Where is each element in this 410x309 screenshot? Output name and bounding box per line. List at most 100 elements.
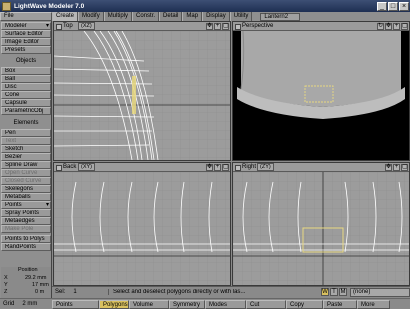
- spray-points-button[interactable]: Spray Points: [1, 209, 51, 217]
- tab-utility[interactable]: Utility: [229, 12, 253, 21]
- points-menu[interactable]: Points: [1, 201, 51, 209]
- viewport-back[interactable]: Back (XY) ✥ + ▢: [53, 162, 231, 286]
- grid-label: Grid: [3, 301, 15, 307]
- make-pole-button[interactable]: Make Pole: [1, 225, 51, 233]
- selection-count: Sel: 1: [52, 289, 108, 295]
- randpoints-button[interactable]: RandPoints: [1, 243, 51, 251]
- capsule-button[interactable]: Capsule: [1, 99, 51, 107]
- position-y-label: Y: [4, 282, 8, 288]
- box-button[interactable]: Box: [1, 67, 51, 75]
- bottom-bar: Grid 2 mm Points Polygons Volume Symmetr…: [0, 298, 410, 309]
- grid-value: 2 mm: [22, 301, 38, 307]
- points-to-polys-button[interactable]: Points to Polys: [1, 235, 51, 243]
- tab-construct[interactable]: Constr.: [132, 12, 160, 21]
- objects-header: Objects: [15, 58, 37, 64]
- position-y-value: 17 mm: [32, 282, 49, 288]
- copy-button[interactable]: Copy: [286, 299, 323, 309]
- vertex-map-dropdown[interactable]: (none): [350, 287, 410, 297]
- more-button[interactable]: More: [357, 299, 390, 309]
- lightwave-logo-icon: [2, 1, 11, 11]
- volume-mode-button[interactable]: Volume: [129, 299, 169, 309]
- viewport-right-canvas[interactable]: [233, 172, 409, 285]
- symmetry-button[interactable]: Symmetry: [169, 299, 205, 309]
- open-curve-button[interactable]: Open Curve: [1, 169, 51, 177]
- tab-modify[interactable]: Modify: [78, 12, 104, 21]
- maximize-view-icon[interactable]: ▢: [222, 163, 229, 171]
- position-x-value: 29.2 mm: [25, 275, 47, 281]
- texture-map-button[interactable]: T: [330, 288, 338, 296]
- maximize-icon[interactable]: □: [388, 1, 398, 11]
- viewport-perspective-canvas[interactable]: [233, 31, 409, 160]
- tab-display[interactable]: Display: [202, 12, 230, 21]
- move-view-icon[interactable]: ✥: [206, 163, 213, 171]
- viewport-back-canvas[interactable]: [54, 172, 230, 285]
- spline-draw-button[interactable]: Spline Draw: [1, 161, 51, 169]
- morph-map-button[interactable]: M: [339, 288, 347, 296]
- modeler-menu[interactable]: Modeler: [1, 22, 51, 30]
- viewport-back-mode[interactable]: (XY): [78, 163, 95, 171]
- metaedges-button[interactable]: Metaedges: [1, 217, 51, 225]
- points-mode-button[interactable]: Points: [52, 299, 99, 309]
- bezier-button[interactable]: Bezier: [1, 153, 51, 161]
- ball-button[interactable]: Ball: [1, 75, 51, 83]
- position-z-value: 0 m: [35, 289, 45, 295]
- cut-button[interactable]: Cut: [246, 299, 286, 309]
- minimize-icon[interactable]: _: [377, 1, 387, 11]
- status-bar: Sel: 1 Select and deselect polygons dire…: [52, 286, 410, 297]
- tool-sidebar: Modeler Surface Editor Image Editor Pres…: [0, 21, 52, 300]
- zoom-view-icon[interactable]: +: [214, 163, 221, 171]
- move-view-icon[interactable]: ✥: [385, 22, 392, 30]
- status-message: Select and deselect polygons directly or…: [108, 289, 320, 295]
- parametricobj-button[interactable]: ParametricObj: [1, 107, 51, 115]
- tab-multiply[interactable]: Multiply: [103, 12, 133, 21]
- closed-curve-button[interactable]: Closed Curve: [1, 177, 51, 185]
- maximize-view-icon[interactable]: ▢: [401, 22, 408, 30]
- tab-detail[interactable]: Detail: [159, 12, 183, 21]
- viewport-top-label[interactable]: Top: [56, 23, 74, 30]
- metaballs-button[interactable]: Metaballs: [1, 193, 51, 201]
- weight-map-button[interactable]: W: [321, 288, 329, 296]
- zoom-view-icon[interactable]: +: [393, 22, 400, 30]
- move-view-icon[interactable]: ✥: [206, 22, 213, 30]
- viewport-top[interactable]: Top (XZ) ✥ + ▢: [53, 21, 231, 161]
- disc-button[interactable]: Disc: [1, 83, 51, 91]
- close-icon[interactable]: ×: [399, 1, 409, 11]
- surface-editor-button[interactable]: Surface Editor: [1, 30, 51, 38]
- maximize-view-icon[interactable]: ▢: [222, 22, 229, 30]
- viewport-perspective-label[interactable]: Perspective: [235, 23, 279, 30]
- skelegons-button[interactable]: Skelegons: [1, 185, 51, 193]
- position-title: Position: [18, 267, 38, 273]
- sel-label: Sel:: [55, 289, 66, 295]
- polygons-mode-button[interactable]: Polygons: [99, 299, 129, 309]
- modes-button[interactable]: Modes: [205, 299, 246, 309]
- tab-map[interactable]: Map: [182, 12, 203, 21]
- object-dropdown[interactable]: Lantern2: [260, 13, 301, 21]
- presets-button[interactable]: Presets: [1, 46, 51, 54]
- zoom-view-icon[interactable]: +: [393, 163, 400, 171]
- position-x-label: X: [4, 275, 8, 281]
- file-menu[interactable]: File: [0, 12, 52, 21]
- tab-create[interactable]: Create: [52, 12, 79, 21]
- maximize-view-icon[interactable]: ▢: [401, 163, 408, 171]
- sel-value: 1: [73, 289, 77, 295]
- sketch-button[interactable]: Sketch: [1, 145, 51, 153]
- viewport-right-label[interactable]: Right: [235, 164, 256, 171]
- text-button[interactable]: Text: [1, 137, 51, 145]
- viewport-back-header: Back (XY) ✥ + ▢: [54, 163, 230, 172]
- position-z-label: Z: [4, 289, 8, 295]
- viewport-right[interactable]: Right (ZY) ✥ + ▢: [232, 162, 410, 286]
- image-editor-button[interactable]: Image Editor: [1, 38, 51, 46]
- move-view-icon[interactable]: ✥: [385, 163, 392, 171]
- viewport-top-canvas[interactable]: [54, 31, 230, 160]
- pen-button[interactable]: Pen: [1, 129, 51, 137]
- viewport-perspective[interactable]: Perspective ↻ ✥ + ▢: [232, 21, 410, 161]
- viewport-right-mode[interactable]: (ZY): [257, 163, 274, 171]
- viewport-back-label[interactable]: Back: [56, 164, 76, 171]
- rotate-view-icon[interactable]: ↻: [377, 22, 384, 30]
- viewport-top-mode[interactable]: (XZ): [78, 22, 95, 30]
- viewport-right-header: Right (ZY) ✥ + ▢: [233, 163, 409, 172]
- paste-button[interactable]: Paste: [323, 299, 357, 309]
- zoom-view-icon[interactable]: +: [214, 22, 221, 30]
- cone-button[interactable]: Cone: [1, 91, 51, 99]
- window-title: LightWave Modeler 7.0: [14, 2, 85, 10]
